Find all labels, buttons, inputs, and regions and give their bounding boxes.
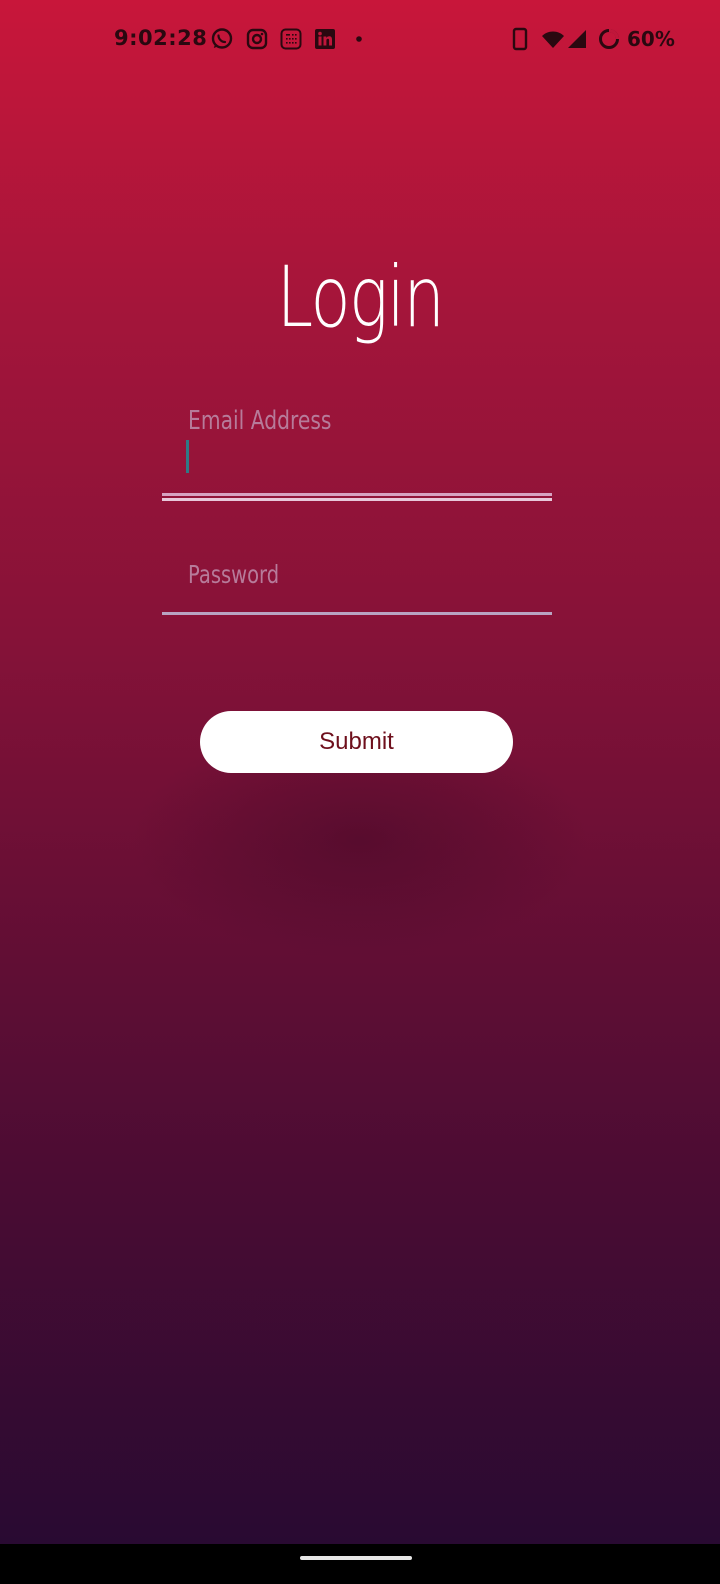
email-underline-focus — [162, 498, 552, 501]
home-gesture-handle[interactable] — [300, 1556, 412, 1560]
password-underline — [162, 612, 552, 615]
battery-ring-icon — [599, 28, 620, 49]
email-underline — [162, 493, 552, 496]
whatsapp-icon — [211, 28, 233, 49]
text-cursor — [186, 440, 189, 473]
email-input[interactable] — [162, 436, 552, 482]
linkedin-icon — [315, 29, 335, 49]
login-screen: 9:02:28 60% Login Email Address Password… — [0, 0, 720, 1584]
email-placeholder: Email Address — [188, 406, 332, 436]
cell-signal-icon — [568, 30, 586, 48]
page-title: Login — [276, 248, 445, 346]
email-field[interactable]: Email Address — [162, 400, 552, 504]
navigation-bar — [0, 1544, 720, 1584]
phone-icon — [512, 27, 528, 51]
instagram-icon — [246, 28, 268, 50]
status-bar: 9:02:28 60% — [0, 0, 720, 80]
submit-button[interactable]: Submit — [200, 711, 513, 773]
calculator-icon — [280, 28, 302, 50]
password-field[interactable]: Password — [162, 556, 552, 620]
status-time: 9:02:28 — [114, 26, 208, 50]
password-input[interactable] — [162, 556, 552, 610]
dot-icon — [356, 36, 362, 42]
wifi-icon — [542, 31, 564, 48]
battery-percent: 60% — [627, 27, 675, 51]
